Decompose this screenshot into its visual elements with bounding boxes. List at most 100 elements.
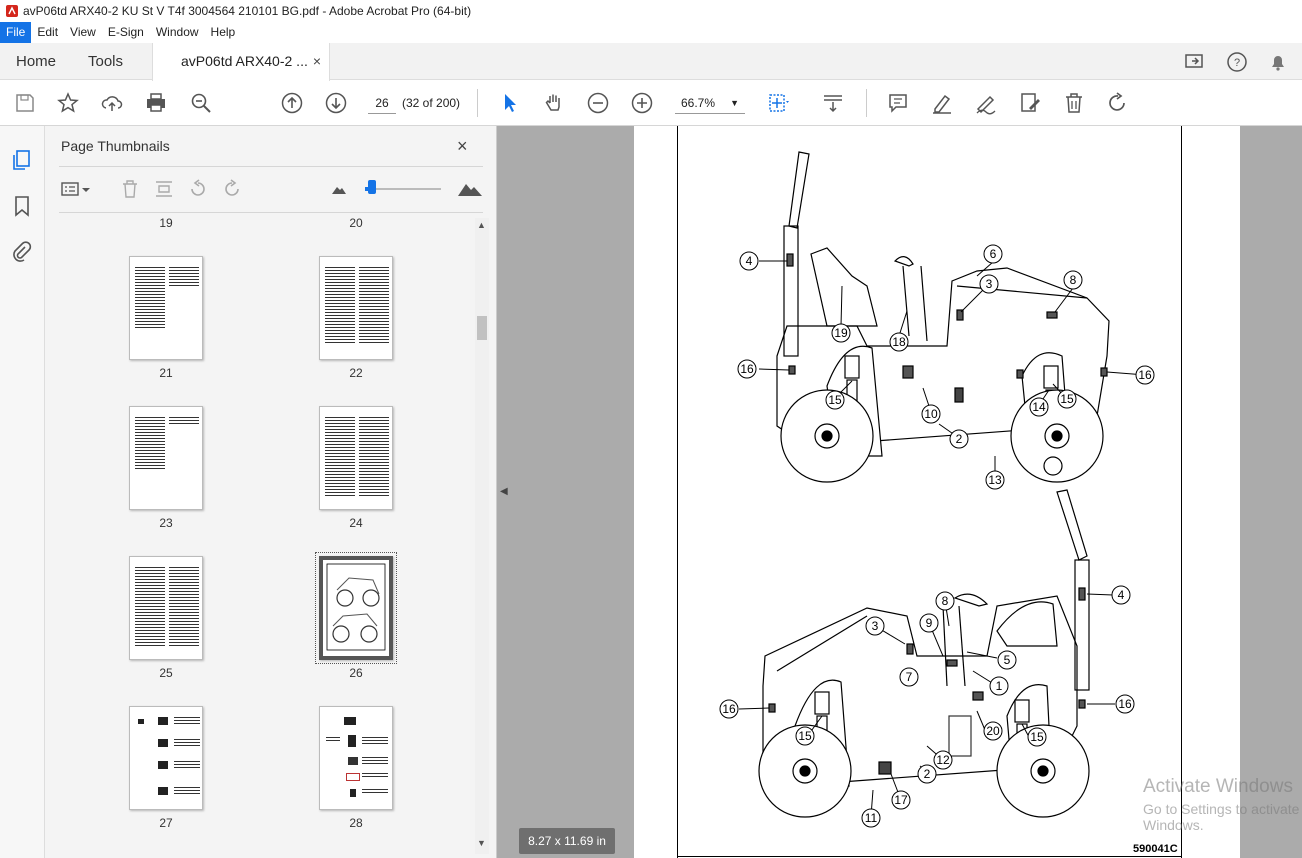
main-toolbar: 26 (32 of 200) 66.7% ▼	[0, 81, 1302, 126]
thumbnail-drawing-preview	[326, 563, 386, 651]
callout-label: 16	[1118, 697, 1132, 711]
rotate-left-icon[interactable]	[187, 178, 209, 200]
page-border-bottom	[677, 856, 1182, 857]
menu-esign[interactable]: E-Sign	[102, 22, 150, 43]
insert-page-icon[interactable]	[153, 178, 175, 200]
menu-window[interactable]: Window	[150, 22, 205, 43]
print-icon[interactable]	[144, 91, 168, 115]
panel-divider	[59, 166, 483, 167]
thumbnail-page-label: 23	[159, 516, 173, 530]
callout-label: 15	[798, 729, 812, 743]
callout-label: 8	[1070, 273, 1077, 287]
menu-file[interactable]: File	[0, 22, 32, 43]
bookmarks-icon[interactable]	[10, 194, 34, 218]
thumbnail-page-25[interactable]	[129, 556, 203, 660]
callout-label: 9	[926, 616, 933, 630]
scroll-down-icon[interactable]: ▼	[477, 838, 486, 848]
callout-label: 18	[892, 335, 906, 349]
menu-edit[interactable]: Edit	[31, 22, 64, 43]
page-thumbnails-panel: Page Thumbnails × 19 20 21 22 23 24 25 2…	[45, 126, 497, 858]
callout-label: 13	[988, 473, 1002, 487]
redo-rotate-icon[interactable]	[1106, 91, 1130, 115]
draw-sign-icon[interactable]	[974, 91, 998, 115]
thumbnail-options-icon[interactable]	[59, 178, 81, 200]
help-icon[interactable]: ?	[1226, 51, 1248, 73]
thumbnail-list: 19 20 21 22 23 24 25 26 27 28	[59, 214, 475, 854]
thumbnail-scrollbar[interactable]: ▲ ▼	[475, 218, 489, 854]
zoom-in-icon[interactable]	[630, 91, 654, 115]
thumbnail-page-label: 26	[349, 666, 363, 680]
delete-page-icon[interactable]	[119, 178, 141, 200]
panel-title: Page Thumbnails	[61, 138, 170, 154]
thumbnail-page-26-selected[interactable]	[315, 552, 397, 664]
callout-label: 19	[834, 326, 848, 340]
zoom-level-select[interactable]: 66.7% ▼	[675, 92, 745, 114]
activate-windows-subtext: Go to Settings to activate Windows.	[1143, 801, 1300, 833]
rotate-right-icon[interactable]	[221, 178, 243, 200]
save-icon[interactable]	[13, 91, 37, 115]
highlight-pen-icon[interactable]	[930, 91, 954, 115]
scroll-mode-icon[interactable]	[821, 91, 845, 115]
callout-label: 16	[740, 362, 754, 376]
svg-text:?: ?	[1234, 57, 1240, 69]
callout-label: 3	[872, 619, 879, 633]
zoom-out-icon[interactable]	[586, 91, 610, 115]
zoom-search-icon[interactable]	[189, 91, 213, 115]
tab-document[interactable]: avP06td ARX40-2 ... ×	[152, 43, 330, 81]
close-tab-icon[interactable]: ×	[313, 43, 321, 80]
thumbnail-size-slider-handle[interactable]	[368, 180, 376, 194]
tab-home[interactable]: Home	[16, 43, 56, 80]
large-mountain-icon[interactable]	[457, 178, 483, 200]
thumbnail-page-24[interactable]	[319, 406, 393, 510]
select-cursor-icon[interactable]	[498, 91, 522, 115]
thumbnail-page-label: 28	[349, 816, 363, 830]
scrollbar-thumb[interactable]	[477, 316, 487, 340]
zoom-level-value: 66.7%	[681, 96, 716, 110]
menu-view[interactable]: View	[64, 22, 102, 43]
toolbar-divider	[866, 89, 867, 117]
chevron-down-icon[interactable]	[81, 178, 91, 200]
next-page-icon[interactable]	[324, 91, 348, 115]
callout-label: 15	[1030, 730, 1044, 744]
page-thumbnails-icon[interactable]	[10, 148, 34, 172]
scroll-up-icon[interactable]: ▲	[477, 220, 486, 230]
acrobat-app-icon	[6, 5, 18, 17]
thumbnail-page-22[interactable]	[319, 256, 393, 360]
thumbnail-size-slider-track[interactable]	[365, 188, 441, 190]
callout-label: 2	[956, 432, 963, 446]
page-number-input[interactable]: 26	[368, 92, 396, 114]
collapse-panel-icon[interactable]: ◀	[500, 486, 508, 497]
bookmark-star-icon[interactable]	[56, 91, 80, 115]
hand-tool-icon[interactable]	[542, 91, 566, 115]
notifications-bell-icon[interactable]	[1267, 51, 1289, 73]
close-panel-icon[interactable]: ×	[457, 136, 468, 157]
callout-label: 5	[1004, 653, 1011, 667]
menu-help[interactable]: Help	[205, 22, 242, 43]
tab-document-label: avP06td ARX40-2 ...	[181, 53, 308, 69]
thumbnail-page-label: 21	[159, 366, 173, 380]
thumbnail-page-21[interactable]	[129, 256, 203, 360]
small-mountain-icon[interactable]	[331, 178, 347, 200]
drawing-code: 590041C	[1133, 843, 1178, 855]
edit-pdf-icon[interactable]	[1018, 91, 1042, 115]
tab-tools[interactable]: Tools	[88, 43, 123, 80]
attachments-paperclip-icon[interactable]	[10, 240, 34, 264]
panel-divider	[59, 212, 483, 213]
callout-label: 10	[924, 407, 938, 421]
thumbnail-page-28[interactable]	[319, 706, 393, 810]
thumbnail-page-27[interactable]	[129, 706, 203, 810]
callout-label: 4	[1118, 588, 1125, 602]
share-screen-icon[interactable]	[1184, 51, 1206, 73]
fit-page-icon[interactable]	[766, 91, 790, 115]
upload-cloud-icon[interactable]	[100, 91, 124, 115]
callout-label: 16	[722, 702, 736, 716]
thumbnail-page-23[interactable]	[129, 406, 203, 510]
previous-page-icon[interactable]	[280, 91, 304, 115]
callout-label: 6	[990, 247, 997, 261]
thumbnail-toolbar	[59, 176, 483, 206]
callout-label: 2	[924, 767, 931, 781]
delete-trash-icon[interactable]	[1062, 91, 1086, 115]
chevron-down-icon: ▼	[730, 98, 739, 108]
comment-icon[interactable]	[886, 91, 910, 115]
callout-label: 3	[986, 277, 993, 291]
